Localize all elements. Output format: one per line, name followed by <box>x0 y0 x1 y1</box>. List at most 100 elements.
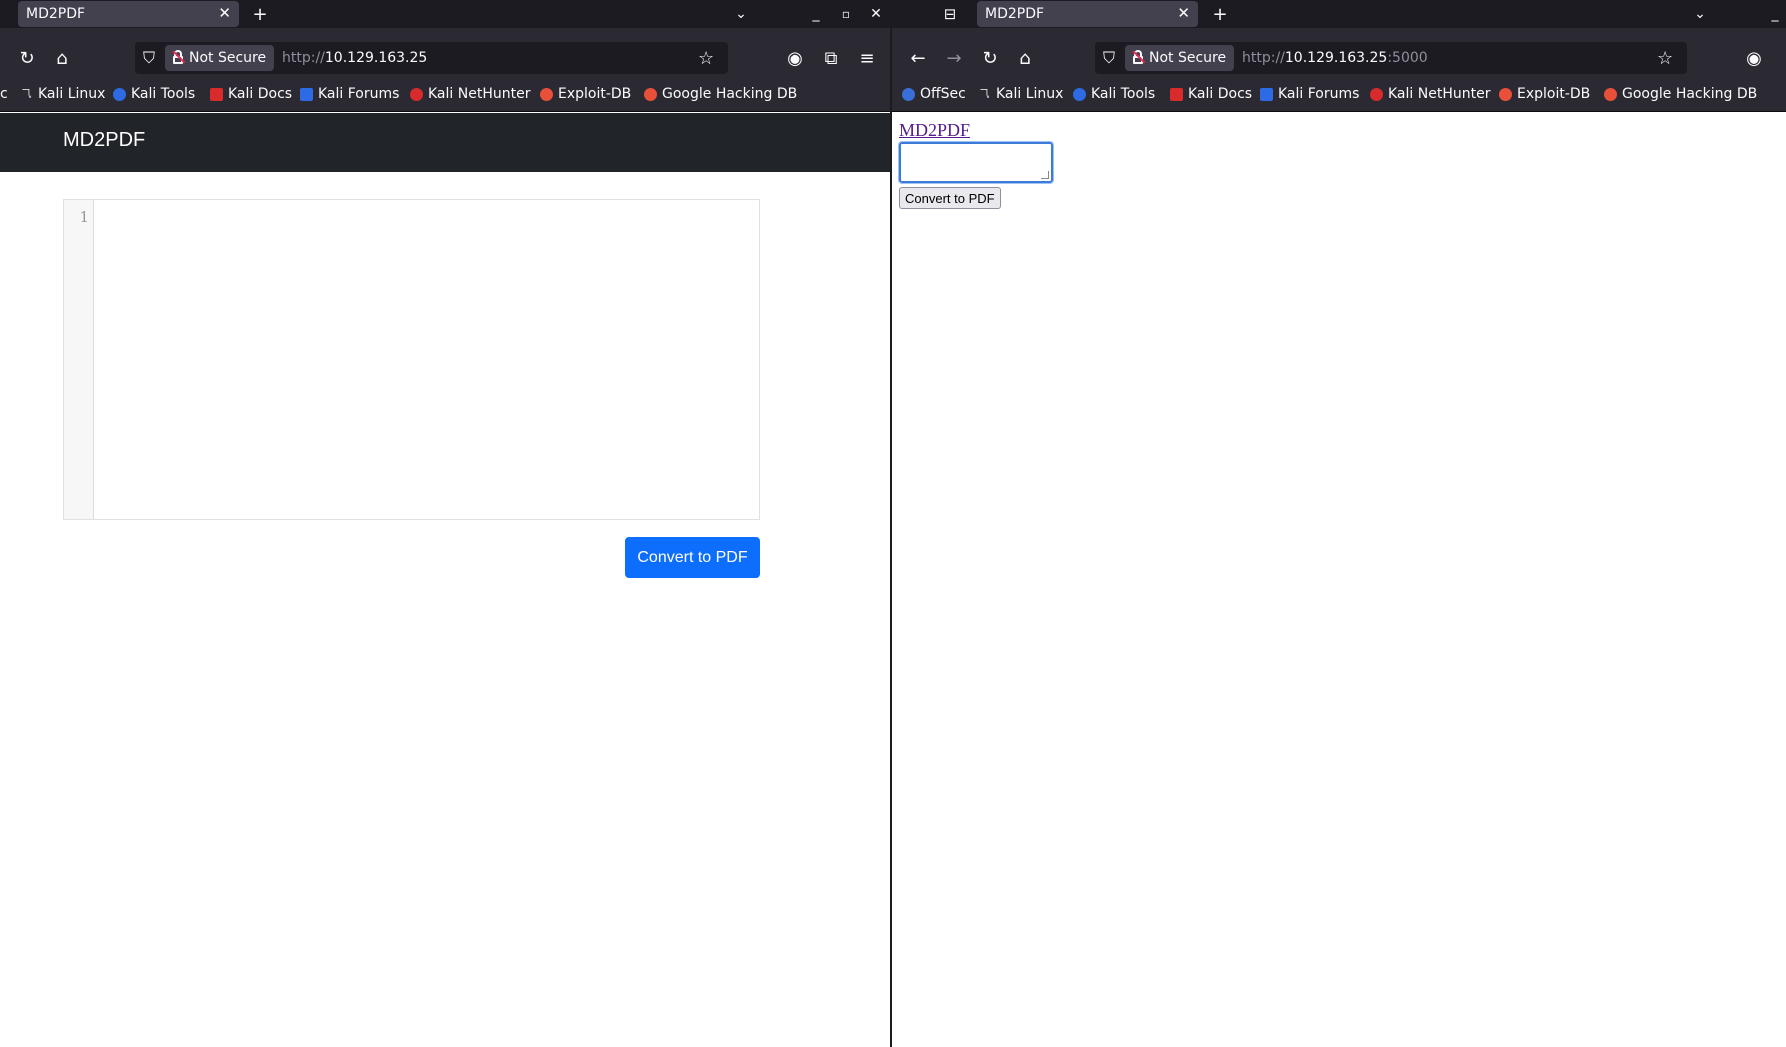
bookmark-exploit-db[interactable]: Exploit-DB <box>1499 86 1590 102</box>
exploit-db-icon <box>1499 87 1512 101</box>
bookmark-kali-forums[interactable]: Kali Forums <box>1260 86 1359 102</box>
kali-dragon-icon: ⺄ <box>979 88 990 100</box>
new-tab-button[interactable]: + <box>1210 2 1230 26</box>
bookmark-label: Kali NetHunter <box>1388 86 1491 102</box>
tab-md2pdf[interactable]: MD2PDF ✕ <box>977 1 1198 27</box>
bookmark-kali-docs[interactable]: Kali Docs <box>1170 86 1252 102</box>
bookmark-offsec[interactable]: OffSec <box>902 86 966 102</box>
shield-icon[interactable]: ⛉ <box>1103 48 1115 68</box>
bookmark-label: Kali Docs <box>1188 86 1253 102</box>
shield-icon[interactable]: ⛉ <box>143 48 155 68</box>
close-tab-icon[interactable]: ✕ <box>218 4 231 22</box>
minimize-icon[interactable]: _ <box>806 2 826 26</box>
url-bar[interactable]: ⛉ Not Secure http://10.129.163.25:5000 ☆ <box>1095 42 1687 74</box>
close-window-icon[interactable]: ✕ <box>866 2 886 26</box>
left-browser-window: MD2PDF ✕ + ⌄ _ ▫ ✕ ↻ ⌂ ⛉ Not Secure http… <box>0 0 890 1047</box>
bookmark-kali-linux[interactable]: ⺄ Kali Linux <box>978 86 1064 102</box>
tab-title: MD2PDF <box>985 6 1045 22</box>
back-arrow-icon[interactable]: ← <box>906 46 930 70</box>
bookmark-kali-nethunter[interactable]: Kali NetHunter <box>410 86 530 102</box>
bookmark-kali-tools[interactable]: Kali Tools <box>1073 86 1155 102</box>
home-icon[interactable]: ⌂ <box>1013 46 1037 70</box>
reload-icon[interactable]: ↻ <box>978 46 1002 70</box>
not-secure-indicator[interactable]: Not Secure <box>1125 45 1235 71</box>
bookmark-google-hacking-db[interactable]: Google Hacking DB <box>1604 86 1757 102</box>
convert-to-pdf-button[interactable]: Convert to PDF <box>899 187 1001 209</box>
exploit-db-icon <box>540 87 553 101</box>
page-content: MD2PDF 1 Convert to PDF <box>0 113 890 1047</box>
app-brand[interactable]: MD2PDF <box>63 129 145 152</box>
kali-forums-icon <box>300 87 313 101</box>
reload-icon[interactable]: ↻ <box>15 46 39 70</box>
account-icon[interactable]: ◉ <box>783 46 807 70</box>
offsec-icon <box>902 87 915 101</box>
md2pdf-link[interactable]: MD2PDF <box>899 120 970 141</box>
bookmark-label: Kali Forums <box>1278 86 1360 102</box>
right-browser-window: ⊟ MD2PDF ✕ + ⌄ _ ← → ↻ ⌂ ⛉ Not Secure ht… <box>892 0 1786 1047</box>
bookmarks-toolbar: c ⺄ Kali Linux Kali Tools Kali Docs Kali … <box>0 78 890 112</box>
ghdb-icon <box>1604 87 1617 101</box>
bookmark-exploit-db[interactable]: Exploit-DB <box>540 86 631 102</box>
close-tab-icon[interactable]: ✕ <box>1177 4 1190 22</box>
line-number: 1 <box>79 208 89 226</box>
tab-title: MD2PDF <box>26 6 86 22</box>
bookmark-kali-forums[interactable]: Kali Forums <box>300 86 399 102</box>
markdown-textarea[interactable] <box>898 141 1054 184</box>
bookmark-star-icon[interactable]: ☆ <box>1657 48 1673 69</box>
kali-tools-icon <box>113 87 126 101</box>
kali-forums-icon <box>1260 87 1273 101</box>
nethunter-icon <box>410 87 423 101</box>
bookmark-kali-linux[interactable]: ⺄ Kali Linux <box>20 86 106 102</box>
page-content: MD2PDF Convert to PDF <box>892 113 1786 1047</box>
list-all-tabs-icon[interactable]: ⌄ <box>1690 2 1710 26</box>
not-secure-label: Not Secure <box>189 50 267 66</box>
url-port: :5000 <box>1387 50 1428 66</box>
tab-md2pdf[interactable]: MD2PDF ✕ <box>18 1 239 27</box>
bookmark-label: Exploit-DB <box>1517 86 1591 102</box>
firefox-view-icon[interactable]: ⊟ <box>940 2 960 26</box>
url-bar[interactable]: ⛉ Not Secure http://10.129.163.25 ☆ <box>135 42 728 74</box>
bookmark-google-hacking-db[interactable]: Google Hacking DB <box>644 86 797 102</box>
menu-icon[interactable]: ≡ <box>855 46 879 70</box>
bookmark-label: OffSec <box>920 86 966 102</box>
bookmark-label: Google Hacking DB <box>1622 86 1758 102</box>
list-all-tabs-icon[interactable]: ⌄ <box>731 2 751 26</box>
url-prefix: http:// <box>1242 50 1285 66</box>
account-icon[interactable]: ◉ <box>1742 46 1766 70</box>
markdown-editor[interactable]: 1 <box>63 199 760 520</box>
insecure-lock-icon <box>1132 50 1146 64</box>
url-host: 10.129.163.25 <box>324 50 428 66</box>
not-secure-indicator[interactable]: Not Secure <box>165 45 275 71</box>
convert-to-pdf-button[interactable]: Convert to PDF <box>625 537 760 578</box>
new-tab-button[interactable]: + <box>250 2 270 26</box>
app-navbar: MD2PDF <box>0 113 890 172</box>
bookmark-kali-docs[interactable]: Kali Docs <box>210 86 292 102</box>
url-host: 10.129.163.25 <box>1284 50 1388 66</box>
insecure-lock-icon <box>172 50 186 64</box>
bookmark-label: Kali Docs <box>228 86 293 102</box>
bookmark-kali-tools[interactable]: Kali Tools <box>113 86 195 102</box>
url-text[interactable]: http://10.129.163.25:5000 <box>1242 50 1428 66</box>
maximize-icon[interactable]: ▫ <box>836 2 856 26</box>
resize-handle-icon[interactable] <box>1041 171 1049 179</box>
extensions-icon[interactable]: ⧉ <box>819 46 843 70</box>
kali-tools-icon <box>1073 87 1086 101</box>
forward-arrow-icon[interactable]: → <box>942 46 966 70</box>
bookmark-label: Exploit-DB <box>558 86 632 102</box>
url-text[interactable]: http://10.129.163.25 <box>282 50 427 66</box>
bookmark-kali-nethunter[interactable]: Kali NetHunter <box>1370 86 1490 102</box>
nethunter-icon <box>1370 87 1383 101</box>
bookmark-label: Kali Tools <box>131 86 196 102</box>
not-secure-label: Not Secure <box>1149 50 1227 66</box>
kali-dragon-icon: ⺄ <box>21 88 32 100</box>
url-prefix: http:// <box>282 50 325 66</box>
minimize-icon[interactable]: _ <box>1765 2 1785 26</box>
kali-docs-icon <box>1170 87 1183 101</box>
bookmark-label: Kali Linux <box>38 86 106 102</box>
bookmark-star-icon[interactable]: ☆ <box>698 48 714 69</box>
bookmark-partial[interactable]: c <box>0 86 8 102</box>
kali-docs-icon <box>210 87 223 101</box>
line-number-gutter: 1 <box>64 200 94 519</box>
home-icon[interactable]: ⌂ <box>50 46 74 70</box>
bookmark-label: Kali Tools <box>1091 86 1156 102</box>
